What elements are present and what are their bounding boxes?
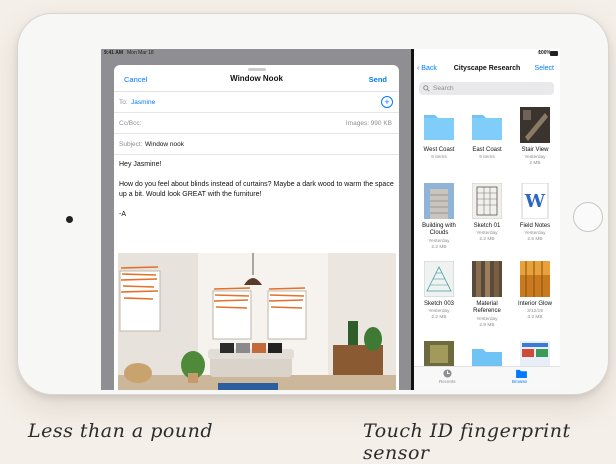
caption-touch-id: Touch ID fingerprint sensor bbox=[363, 420, 571, 464]
word-document-icon: W bbox=[521, 183, 549, 219]
front-camera bbox=[66, 216, 73, 223]
folder-icon-partial[interactable] bbox=[472, 347, 502, 367]
images-label: Images: bbox=[345, 120, 369, 127]
search-icon bbox=[423, 85, 430, 92]
status-date: Mon Mar 18 bbox=[127, 50, 154, 56]
file-size: 2.2 MB bbox=[431, 315, 447, 320]
file-item-sketch-01[interactable]: Sketch 01 Yesterday 2.2 MB bbox=[464, 183, 510, 249]
photo-thumbnail bbox=[472, 261, 502, 297]
compose-header: Cancel Window Nook Send bbox=[114, 65, 399, 92]
subject-field[interactable]: Subject: Window nook bbox=[114, 134, 399, 155]
send-button[interactable]: Send bbox=[369, 75, 387, 84]
file-name: Material Reference bbox=[473, 301, 501, 314]
message-greeting: Hey Jasmine! bbox=[119, 161, 162, 168]
file-item-building-with-clouds[interactable]: Building with Clouds Yesterday 2.2 MB bbox=[416, 183, 462, 255]
file-size: 2 MB bbox=[529, 161, 541, 166]
files-tab-bar: Recents Browse bbox=[414, 366, 560, 390]
subject-label: Subject: bbox=[119, 141, 143, 148]
file-meta: Yesterday bbox=[524, 155, 546, 160]
message-body[interactable]: Hey Jasmine! How do you feel about blind… bbox=[119, 160, 394, 230]
home-button[interactable] bbox=[573, 202, 603, 232]
mail-app: 9:41 AM Mon Mar 18 Cancel Window Nook Se… bbox=[101, 49, 411, 390]
file-meta: Yesterday bbox=[524, 231, 546, 236]
file-item-east-coast[interactable]: East Coast 9 items bbox=[464, 107, 510, 167]
search-placeholder: Search bbox=[433, 85, 454, 92]
message-text: How do you feel about blinds instead of … bbox=[119, 181, 394, 198]
clock-icon bbox=[443, 369, 452, 378]
images-size: 990 KB bbox=[370, 120, 392, 127]
file-item-stair-view[interactable]: Stair View Yesterday 2 MB bbox=[512, 107, 558, 173]
files-app: ◠ 100% ‹ Back Cityscape Research Select … bbox=[414, 49, 560, 390]
status-time: 9:41 AM bbox=[104, 50, 123, 56]
to-recipient[interactable]: Jasmine bbox=[131, 99, 155, 106]
file-name: Interior Glow bbox=[517, 301, 552, 307]
file-size: 2.5 MB bbox=[527, 237, 543, 242]
search-input[interactable]: Search bbox=[419, 82, 554, 95]
add-contact-icon[interactable]: + bbox=[381, 96, 393, 108]
svg-text:W: W bbox=[524, 191, 546, 212]
file-meta: 8 items bbox=[431, 155, 447, 160]
subject-value[interactable]: Window nook bbox=[145, 141, 184, 148]
file-name: Sketch 01 bbox=[473, 223, 501, 229]
file-size: 2.9 MB bbox=[479, 323, 495, 328]
photo-thumbnail bbox=[520, 261, 550, 297]
folder-icon bbox=[472, 115, 502, 140]
file-item-west-coast[interactable]: West Coast 8 items bbox=[416, 107, 462, 167]
file-name: Field Notes bbox=[519, 223, 551, 229]
room-photo-attachment[interactable] bbox=[118, 253, 396, 390]
compose-sheet: Cancel Window Nook Send To: Jasmine + Cc… bbox=[114, 65, 399, 390]
file-item-material-reference[interactable]: Material Reference Yesterday 2.9 MB bbox=[464, 261, 510, 333]
file-item-interior-glow[interactable]: Interior Glow 3/12/19 3.2 MB bbox=[512, 261, 558, 327]
file-meta: 9 items bbox=[479, 155, 495, 160]
file-name: East Coast bbox=[472, 147, 502, 153]
file-size: 2.2 MB bbox=[479, 237, 495, 242]
file-item-sketch-003[interactable]: Sketch 003 Yesterday 2.2 MB bbox=[416, 261, 462, 327]
files-header: ‹ Back Cityscape Research Select bbox=[414, 49, 560, 83]
to-label: To: bbox=[119, 99, 128, 106]
file-size: 3.2 MB bbox=[527, 315, 543, 320]
file-name: Stair View bbox=[521, 147, 549, 153]
folder-tab-icon bbox=[516, 369, 527, 378]
select-button[interactable]: Select bbox=[535, 65, 554, 72]
cc-label: Cc/Bcc: bbox=[119, 120, 142, 127]
caption-weight: Less than a pound bbox=[28, 420, 213, 442]
file-meta: 3/12/19 bbox=[526, 309, 543, 314]
file-name: Building with Clouds bbox=[422, 223, 456, 236]
file-name: Sketch 003 bbox=[423, 301, 455, 307]
file-meta: Yesterday bbox=[476, 317, 498, 322]
sketch-thumbnail bbox=[424, 261, 454, 297]
compose-title: Window Nook bbox=[230, 74, 283, 83]
to-field[interactable]: To: Jasmine + bbox=[114, 92, 399, 113]
message-signature: -A bbox=[119, 211, 126, 218]
screen: 9:41 AM Mon Mar 18 Cancel Window Nook Se… bbox=[101, 49, 560, 390]
sketch-thumbnail bbox=[472, 183, 502, 219]
photo-thumbnail bbox=[424, 183, 454, 219]
tab-recents[interactable]: Recents bbox=[439, 379, 456, 384]
photo-thumbnail-partial[interactable] bbox=[424, 341, 454, 367]
ipad-device: 9:41 AM Mon Mar 18 Cancel Window Nook Se… bbox=[18, 14, 608, 394]
file-meta: Yesterday bbox=[476, 231, 498, 236]
file-name: West Coast bbox=[423, 147, 455, 153]
file-meta: Yesterday bbox=[428, 239, 450, 244]
app-thumbnail-partial[interactable] bbox=[520, 341, 550, 367]
file-size: 2.2 MB bbox=[431, 245, 447, 250]
tab-browse[interactable]: Browse bbox=[512, 379, 527, 384]
file-meta: Yesterday bbox=[428, 309, 450, 314]
file-item-field-notes[interactable]: W Field Notes Yesterday 2.5 MB bbox=[512, 183, 558, 249]
photo-thumbnail bbox=[520, 107, 550, 143]
cc-field[interactable]: Cc/Bcc: Images: 990 KB bbox=[114, 113, 399, 134]
folder-icon bbox=[424, 115, 454, 140]
